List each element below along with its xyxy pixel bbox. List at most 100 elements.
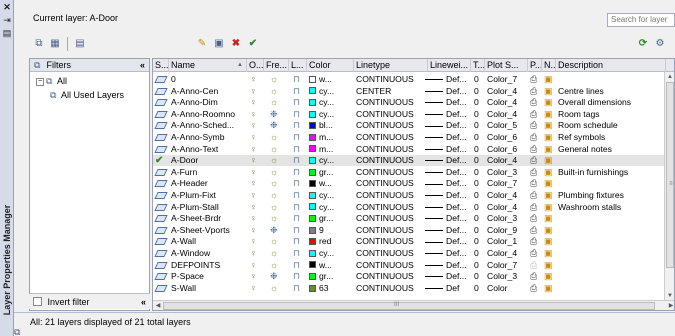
scroll-down-icon[interactable]: ▼ [666, 292, 674, 300]
description-cell[interactable] [558, 74, 668, 85]
on-cell[interactable]: ♀ [250, 74, 267, 85]
lineweight-cell[interactable]: Def... [425, 178, 471, 189]
new-vp-freeze-cell[interactable]: ▣ [544, 178, 558, 189]
table-row[interactable]: S-Wall ♀ ☼ ⊓ 63 CONTINUOUS Def 0 Color ⎙ ▣ [153, 283, 666, 294]
description-cell[interactable] [558, 155, 668, 166]
description-cell[interactable] [558, 283, 668, 294]
auto-hide-icon[interactable]: ⇥ [1, 15, 13, 26]
on-cell[interactable]: ♀ [250, 109, 267, 120]
linetype-cell[interactable]: CONTINUOUS [356, 271, 430, 282]
delete-layer-icon[interactable]: ✖ [229, 37, 243, 51]
plot-style-cell[interactable]: Color_6 [487, 144, 530, 155]
table-row[interactable]: A-Furn ♀ ☼ ⊓ gr... CONTINUOUS Def... 0 Color_3 ⎙ ▣… [153, 167, 666, 178]
plot-cell[interactable]: ⎙ [530, 178, 544, 189]
description-cell[interactable]: Washroom stalls [558, 202, 668, 213]
table-row[interactable]: DEFPOINTS ♀ ☼ ⊓ w... CONTINUOUS Def... 0 Color_7… [153, 260, 666, 271]
layer-name-cell[interactable]: A-Plum-Stall [171, 202, 249, 213]
plot-cell[interactable]: ⎙ [530, 271, 544, 282]
layer-name-cell[interactable]: A-Plum-Fixt [171, 190, 249, 201]
new-vp-freeze-cell[interactable]: ▣ [544, 97, 558, 108]
plot-cell[interactable]: ⎙ [530, 86, 544, 97]
freeze-cell[interactable]: ☼ [270, 190, 295, 201]
freeze-cell[interactable]: ☼ [270, 167, 295, 178]
plot-style-cell[interactable]: Color_5 [487, 120, 530, 131]
description-cell[interactable] [558, 178, 668, 189]
on-cell[interactable]: ♀ [250, 190, 267, 201]
plot-cell[interactable]: ⎙ [530, 167, 544, 178]
set-current-icon[interactable]: ✔ [246, 37, 260, 51]
table-row[interactable]: A-Sheet-Vports ♀ ❉ ⊓ 9 CONTINUOUS Def... 0 Color… [153, 225, 666, 236]
linetype-cell[interactable]: CONTINUOUS [356, 97, 430, 108]
layer-name-cell[interactable]: A-Wall [171, 236, 249, 247]
layer-name-cell[interactable]: 0 [171, 74, 249, 85]
layer-name-cell[interactable]: S-Wall [171, 283, 249, 294]
on-cell[interactable]: ♀ [250, 167, 267, 178]
column-header[interactable]: S... [153, 59, 169, 72]
layer-name-cell[interactable]: A-Anno-Dim [171, 97, 249, 108]
freeze-cell[interactable]: ☼ [270, 86, 295, 97]
color-cell[interactable]: bl... [309, 120, 356, 131]
plot-cell[interactable]: ⎙ [530, 97, 544, 108]
freeze-cell[interactable]: ☼ [270, 144, 295, 155]
table-row[interactable]: P-Space ♀ ❉ ⊓ gr... CONTINUOUS Def... 0 Color_3 ⎙… [153, 271, 666, 282]
settings-icon[interactable]: ⚙ [653, 37, 667, 51]
search-input[interactable]: Search for layer [607, 13, 675, 27]
layer-name-cell[interactable]: A-Anno-Roomno [171, 109, 249, 120]
vertical-scrollbar[interactable]: ▲ ≡ ▼ [664, 72, 674, 301]
color-cell[interactable]: cy... [309, 97, 356, 108]
on-cell[interactable]: ♀ [250, 202, 267, 213]
plot-style-cell[interactable]: Color_4 [487, 97, 530, 108]
close-icon[interactable]: ✕ [1, 2, 13, 13]
layer-name-cell[interactable]: A-Furn [171, 167, 249, 178]
freeze-cell[interactable]: ❉ [270, 109, 295, 120]
plot-style-cell[interactable]: Color [487, 283, 530, 294]
lineweight-cell[interactable]: Def... [425, 271, 471, 282]
description-cell[interactable] [558, 260, 668, 271]
column-header[interactable]: N... [542, 59, 556, 72]
lineweight-cell[interactable]: Def... [425, 109, 471, 120]
plot-style-cell[interactable]: Color_4 [487, 155, 530, 166]
new-vp-freeze-cell[interactable]: ▣ [544, 202, 558, 213]
description-cell[interactable] [558, 225, 668, 236]
lineweight-cell[interactable]: Def... [425, 97, 471, 108]
description-cell[interactable]: Overall dimensions [558, 97, 668, 108]
layer-name-cell[interactable]: A-Window [171, 248, 249, 259]
plot-cell[interactable]: ⎙ [530, 248, 544, 259]
collapse-icon[interactable]: − [36, 77, 44, 86]
plot-cell[interactable]: ⎙ [530, 155, 544, 166]
plot-style-cell[interactable]: Color_1 [487, 236, 530, 247]
plot-style-cell[interactable]: Color_7 [487, 178, 530, 189]
new-vp-freeze-cell[interactable]: ▣ [544, 155, 558, 166]
layer-name-cell[interactable]: A-Anno-Symb [171, 132, 249, 143]
plot-cell[interactable]: ⎙ [530, 260, 544, 271]
layer-name-cell[interactable]: A-Door [171, 155, 249, 166]
color-cell[interactable]: cy... [309, 109, 356, 120]
lineweight-cell[interactable]: Def... [425, 120, 471, 131]
invert-filter-checkbox[interactable] [33, 297, 42, 307]
lineweight-cell[interactable]: Def... [425, 167, 471, 178]
layer-name-cell[interactable]: A-Anno-Cen [171, 86, 249, 97]
plot-style-cell[interactable]: Color_4 [487, 202, 530, 213]
description-cell[interactable]: General notes [558, 144, 668, 155]
linetype-cell[interactable]: CONTINUOUS [356, 167, 430, 178]
linetype-cell[interactable]: CONTINUOUS [356, 144, 430, 155]
lineweight-cell[interactable]: Def... [425, 144, 471, 155]
on-cell[interactable]: ♀ [250, 86, 267, 97]
column-header[interactable]: Linetype [354, 59, 428, 72]
description-cell[interactable]: Plumbing fixtures [558, 190, 668, 201]
column-header[interactable]: L... [289, 59, 307, 72]
linetype-cell[interactable]: CENTER [356, 86, 430, 97]
plot-cell[interactable]: ⎙ [530, 283, 544, 294]
on-cell[interactable]: ♀ [250, 248, 267, 259]
color-cell[interactable]: cy... [309, 155, 356, 166]
new-layer-icon[interactable]: ✎ [195, 37, 209, 51]
table-row[interactable]: A-Anno-Sched... ♀ ❉ ⊓ bl... CONTINUOUS Def... 0… [153, 120, 666, 131]
new-vp-freeze-cell[interactable]: ▣ [544, 109, 558, 120]
linetype-cell[interactable]: CONTINUOUS [356, 120, 430, 131]
description-cell[interactable]: Room tags [558, 109, 668, 120]
plot-style-cell[interactable]: Color_4 [487, 86, 530, 97]
transparency-cell[interactable]: 0 [474, 202, 488, 213]
new-vp-freeze-cell[interactable]: ▣ [544, 213, 558, 224]
lineweight-cell[interactable]: Def... [425, 155, 471, 166]
freeze-cell[interactable]: ☼ [270, 97, 295, 108]
